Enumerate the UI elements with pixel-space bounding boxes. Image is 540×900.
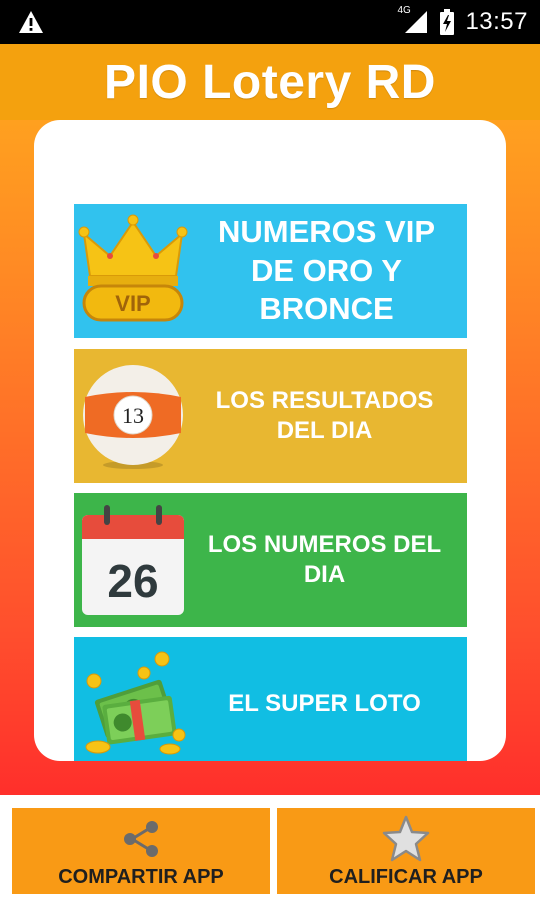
menu-item-results[interactable]: 13 LOS RESULTADOS DEL DIA [74,349,467,483]
star-icon [382,815,430,862]
vip-badge-text: VIP [115,291,150,316]
share-icon [124,821,158,857]
app-bar: PIO Lotery RD [0,44,540,120]
menu-item-label: NUMEROS VIP DE ORO Y BRONCE [217,213,436,327]
menu-item-label: LOS RESULTADOS DEL DIA [215,387,434,444]
calendar-icon: 26 [74,493,192,627]
share-app-button[interactable]: COMPARTIR APP [12,808,270,894]
money-coins-icon [74,637,192,761]
menu-item-label: EL SUPER LOTO [228,690,421,717]
signal-icon: 4G [397,5,429,35]
rate-app-button[interactable]: CALIFICAR APP [277,808,535,894]
menu-item-day-numbers[interactable]: 26 LOS NUMEROS DEL DIA [74,493,467,627]
app-title: PIO Lotery RD [104,55,436,109]
menu-item-vip-numbers[interactable]: VIP NUMEROS VIP DE ORO Y BRONCE [74,204,467,338]
ball-number: 13 [122,403,144,428]
menu-item-label: LOS NUMEROS DEL DIA [207,531,442,588]
warning-icon [19,11,43,33]
calendar-day: 26 [107,555,158,607]
menu-card: VIP NUMEROS VIP DE ORO Y BRONCE 13 LOS R… [34,120,506,761]
network-type: 4G [397,5,411,16]
vip-crown-icon: VIP [74,204,192,338]
menu-item-super-loto[interactable]: EL SUPER LOTO [74,637,467,761]
rate-app-label: CALIFICAR APP [329,866,483,888]
clock: 13:57 [465,8,528,35]
bottom-action-bar: COMPARTIR APP CALIFICAR APP [0,795,540,900]
share-app-label: COMPARTIR APP [58,866,224,888]
battery-charging-icon [440,9,455,35]
lottery-ball-icon: 13 [74,349,192,483]
status-bar: 4G 13:57 [0,0,540,44]
